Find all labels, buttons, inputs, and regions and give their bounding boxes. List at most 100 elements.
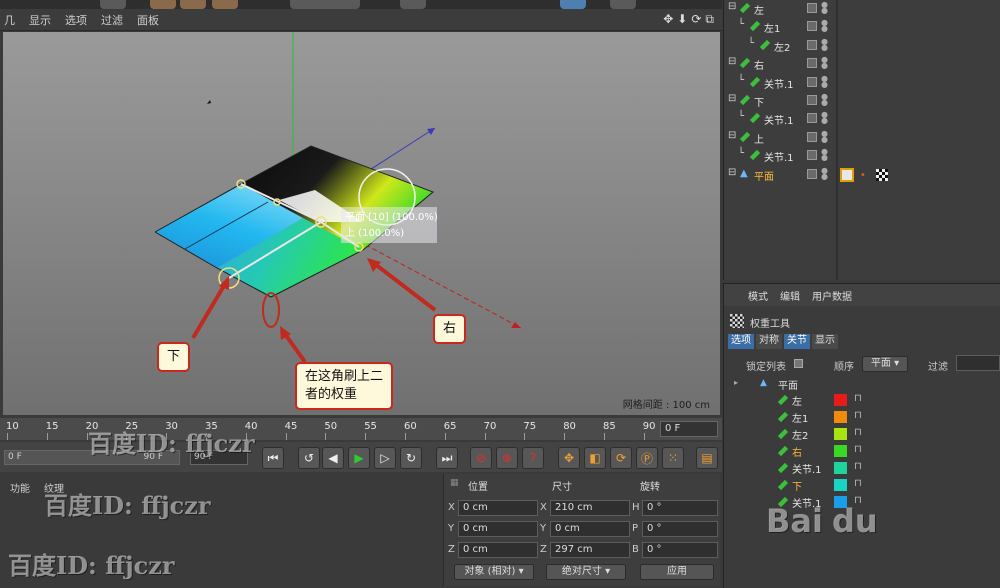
tab-display[interactable]: 显示	[812, 334, 838, 349]
material-tag-icon[interactable]	[876, 169, 888, 181]
layer-toggle[interactable]	[807, 131, 817, 142]
rotation-field[interactable]: 0 °	[642, 521, 718, 537]
lock-icon[interactable]: ⊓	[854, 444, 862, 455]
toolbar-button[interactable]	[290, 0, 360, 9]
joint-weight-row[interactable]: 左2 ⊓	[724, 426, 1000, 443]
size-field[interactable]: 0 cm	[550, 521, 630, 537]
scale-key-button[interactable]: ◧	[584, 447, 606, 469]
3d-viewport[interactable]: 平面 [10] (100.0%) 上 (100.0%) 下 右 在这角刷上二 者…	[3, 32, 720, 415]
filter-input[interactable]	[956, 355, 1000, 371]
object-row[interactable]: └ 关节.1 ● ●	[724, 147, 1000, 165]
visibility-dots-icon[interactable]: ● ●	[821, 19, 828, 33]
lock-icon[interactable]: ⊓	[854, 461, 862, 472]
rotation-field[interactable]: 0 °	[642, 542, 718, 558]
layer-toggle[interactable]	[807, 168, 817, 179]
tab-options[interactable]: 选项	[728, 334, 754, 349]
order-select[interactable]: 平面 ▾	[862, 356, 908, 372]
layer-toggle[interactable]	[807, 3, 817, 13]
expand-arrow-icon[interactable]: ▸	[734, 378, 738, 387]
key-help-button[interactable]: ?	[522, 447, 544, 469]
zoom-view-icon[interactable]: ⬇	[677, 12, 687, 27]
coord-mode-select[interactable]: 对象 (相对) ▾	[454, 564, 534, 580]
lock-icon[interactable]: ⊓	[854, 410, 862, 421]
menu-edit[interactable]: 编辑	[780, 288, 800, 303]
layer-toggle[interactable]	[807, 113, 817, 124]
menu-mode[interactable]: 模式	[748, 288, 768, 303]
tab-joints[interactable]: 关节	[784, 334, 810, 349]
joint-weight-row[interactable]: 左1 ⊓	[724, 409, 1000, 426]
size-field[interactable]: 210 cm	[550, 500, 630, 516]
lock-icon[interactable]: ⊓	[854, 478, 862, 489]
toolbar-button[interactable]	[400, 0, 426, 9]
visibility-dots-icon[interactable]: ● ●	[821, 148, 828, 162]
collapse-toggle-icon[interactable]: ⊟	[728, 56, 736, 67]
skin-tag-icon[interactable]: •	[860, 170, 866, 181]
lock-list-checkbox[interactable]	[794, 359, 803, 368]
visibility-dots-icon[interactable]: ● ●	[821, 129, 828, 143]
visibility-dots-icon[interactable]: ● ●	[821, 1, 828, 15]
move-view-icon[interactable]: ✥	[663, 12, 673, 27]
object-row[interactable]: ⊟ 下 ● ●	[724, 92, 1000, 110]
visibility-dots-icon[interactable]: ● ●	[821, 93, 828, 107]
layer-toggle[interactable]	[807, 58, 817, 69]
layer-toggle[interactable]	[807, 39, 817, 50]
viewport-menu-filter[interactable]: 过滤	[101, 12, 123, 28]
joint-weight-row[interactable]: 关节.1 ⊓	[724, 460, 1000, 477]
rotate-view-icon[interactable]: ⟳	[691, 12, 701, 27]
next-frame-button[interactable]: ▷	[374, 447, 396, 469]
visibility-dots-icon[interactable]: ● ●	[821, 74, 828, 88]
viewport-menu-panel[interactable]: 面板	[137, 12, 159, 28]
timeline-window-button[interactable]: ▤	[696, 447, 718, 469]
viewport-menu-options[interactable]: 选项	[65, 12, 87, 28]
point-key-button[interactable]: ⁙	[662, 447, 684, 469]
object-row[interactable]: ⊟ 上 ● ●	[724, 129, 1000, 147]
play-button[interactable]: ▶	[348, 447, 370, 469]
collapse-toggle-icon[interactable]: ⊟	[728, 167, 736, 178]
visibility-dots-icon[interactable]: ● ●	[821, 166, 828, 180]
auto-key-button[interactable]: ⊛	[496, 447, 518, 469]
joint-color-swatch[interactable]	[834, 479, 847, 491]
tab-function[interactable]: 功能	[10, 480, 30, 495]
prev-key-button[interactable]: ↺	[298, 447, 320, 469]
param-key-button[interactable]: Ⓟ	[636, 447, 658, 469]
lock-icon[interactable]: ⊓	[854, 427, 862, 438]
toolbar-button[interactable]	[212, 0, 238, 9]
rotate-key-button[interactable]: ⟳	[610, 447, 632, 469]
joint-weight-row[interactable]: 下 ⊓	[724, 477, 1000, 494]
collapse-toggle-icon[interactable]: ⊟	[728, 93, 736, 104]
layer-toggle[interactable]	[807, 95, 817, 105]
object-row[interactable]: └ 左2 ● ●	[724, 37, 1000, 55]
position-field[interactable]: 0 cm	[458, 500, 538, 516]
prev-frame-button[interactable]: ◀	[322, 447, 344, 469]
go-to-start-button[interactable]: ⏮	[262, 447, 284, 469]
viewport-menu-cut[interactable]: 几	[4, 12, 15, 28]
toolbar-button[interactable]	[560, 0, 586, 9]
visibility-dots-icon[interactable]: ● ●	[821, 56, 828, 70]
layer-toggle[interactable]	[807, 21, 817, 32]
layer-toggle[interactable]	[807, 150, 817, 161]
object-row[interactable]: ⊟ 右 ● ●	[724, 55, 1000, 73]
collapse-toggle-icon[interactable]: ⊟	[728, 130, 736, 141]
collapse-toggle-icon[interactable]: ⊟	[728, 1, 736, 12]
visibility-dots-icon[interactable]: ● ●	[821, 37, 828, 51]
tab-symmetry[interactable]: 对称	[756, 334, 782, 349]
next-key-button[interactable]: ↻	[400, 447, 422, 469]
visibility-dots-icon[interactable]: ● ●	[821, 111, 828, 125]
maximize-view-icon[interactable]: ⧉	[705, 12, 714, 27]
object-row[interactable]: ⊟ 左 ● ●	[724, 0, 1000, 18]
viewport-menu-display[interactable]: 显示	[29, 12, 51, 28]
apply-button[interactable]: 应用	[640, 564, 714, 580]
joint-weight-row[interactable]: 右 ⊓	[724, 443, 1000, 460]
joint-color-swatch[interactable]	[834, 411, 847, 423]
joint-color-swatch[interactable]	[834, 445, 847, 457]
toolbar-button[interactable]	[610, 0, 636, 9]
lock-icon[interactable]: ⊓	[854, 393, 862, 404]
joint-color-swatch[interactable]	[834, 428, 847, 440]
record-button[interactable]: ⊘	[470, 447, 492, 469]
go-to-end-button[interactable]: ⏭	[436, 447, 458, 469]
position-field[interactable]: 0 cm	[458, 542, 538, 558]
toolbar-button[interactable]	[180, 0, 206, 9]
joint-color-swatch[interactable]	[834, 462, 847, 474]
object-row[interactable]: └ 关节.1 ● ●	[724, 110, 1000, 128]
position-field[interactable]: 0 cm	[458, 521, 538, 537]
